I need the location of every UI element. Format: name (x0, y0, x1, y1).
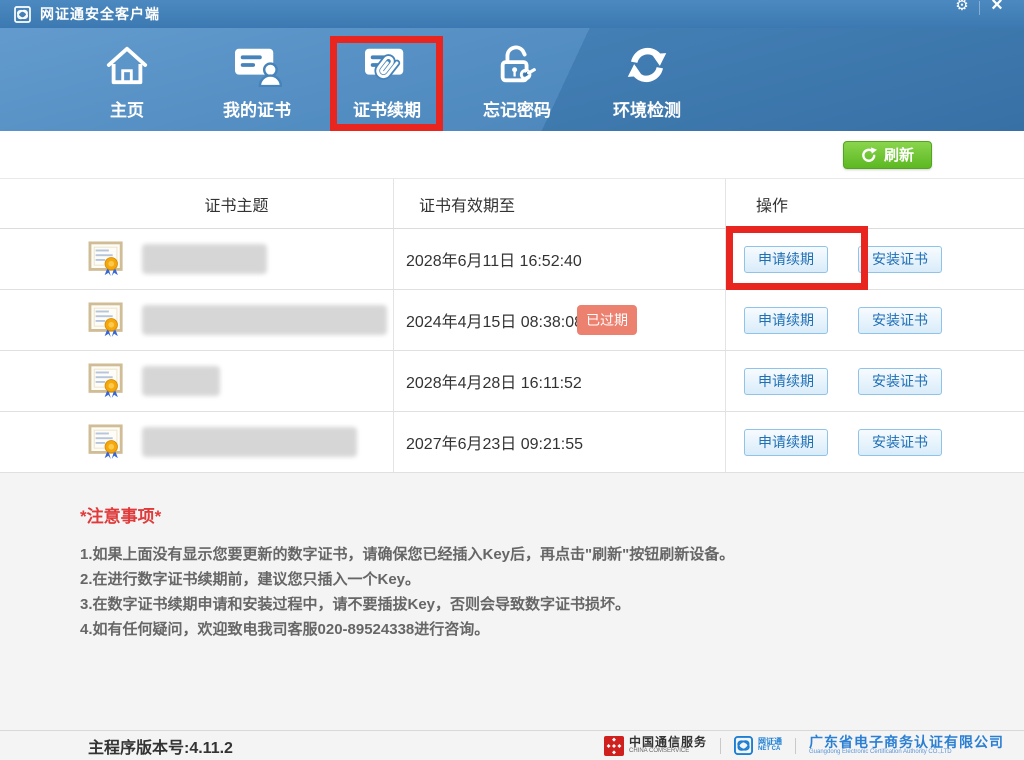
comservice-cn-text: 中国通信服务 (628, 735, 707, 749)
renew-button[interactable]: 申请续期 (744, 306, 828, 334)
expired-badge: 已过期 (577, 305, 638, 335)
nav-label-forgot-password: 忘记密码 (483, 100, 551, 120)
redacted-subject (142, 366, 220, 396)
redacted-subject (142, 427, 357, 457)
nav-item-my-certificates[interactable]: 我的证书 (192, 28, 322, 131)
header-operation: 操作 (725, 179, 1024, 228)
netca-en-text: NET CA (758, 746, 781, 752)
note-line: 1.如果上面没有显示您要更新的数字证书，请确保您已经插入Key后，再点击"刷新"… (80, 546, 735, 563)
valid-until-cell: 2027年6月23日 09:21:55 (393, 412, 725, 472)
valid-until-cell: 2024年4月15日 08:38:08 已过期 (393, 290, 725, 350)
operation-cell: 申请续期 安装证书 (725, 290, 1024, 350)
title-bar: 网证通安全客户端 ⚙ × (0, 0, 1024, 28)
renew-button[interactable]: 申请续期 (744, 367, 828, 395)
app-title: 网证通安全客户端 (40, 6, 160, 22)
operation-cell: 申请续期 安装证书 (725, 412, 1024, 472)
header-certificate-subject: 证书主题 (204, 197, 269, 215)
version-label: 主程序版本号:4.11.2 (88, 739, 233, 757)
nav-item-home[interactable]: 主页 (62, 28, 192, 131)
operation-cell: 申请续期 安装证书 (725, 229, 1024, 289)
certificate-icon (88, 241, 123, 277)
comservice-en-text: CHINA COMSERVICE (628, 748, 690, 754)
install-certificate-button[interactable]: 安装证书 (858, 367, 942, 395)
certificate-renewal-icon (365, 48, 404, 80)
nav-label-my-certificates: 我的证书 (223, 100, 291, 120)
table-row: 2024年4月15日 08:38:08 已过期 申请续期 安装证书 (0, 290, 1024, 351)
netca-logo: 网证通 NET CA (734, 736, 782, 755)
header-valid-until: 证书有效期至 (393, 179, 725, 228)
main-navigation: 主页 我的证书 证书续期 忘记密码 环境检测 (0, 28, 1024, 131)
operation-cell: 申请续期 安装证书 (725, 351, 1024, 411)
table-row: 2028年4月28日 16:11:52 申请续期 安装证书 (0, 351, 1024, 412)
close-icon[interactable]: × (980, 0, 1014, 15)
certificate-card-person-icon (235, 48, 282, 87)
valid-until-cell: 2028年4月28日 16:11:52 (393, 351, 725, 411)
note-line: 2.在进行数字证书续期前，建议您只插入一个Key。 (80, 571, 421, 588)
note-line: 4.如有任何疑问，欢迎致电我司客服020-89524338进行咨询。 (80, 621, 490, 638)
redacted-subject (142, 244, 267, 274)
notes-title: *注意事项* (80, 507, 162, 526)
certificate-subject-cell (0, 412, 393, 472)
lock-wrench-icon (500, 45, 536, 82)
certificate-icon (88, 424, 123, 460)
certificate-table-section: 刷新 证书主题 证书有效期至 操作 2028年6月11日 16:52:40 申请… (0, 131, 1024, 473)
refresh-button-label: 刷新 (883, 147, 914, 164)
nav-label-certificate-renewal: 证书续期 (353, 100, 421, 120)
certificate-subject-cell (0, 290, 393, 350)
app-window: 网证通安全客户端 ⚙ × 主页 我的证书 证书续期 忘记密码 环境检测 刷新 证… (0, 0, 1024, 760)
nav-item-certificate-renewal[interactable]: 证书续期 (322, 28, 452, 131)
home-icon (106, 46, 148, 84)
netca-cn-text: 网证通 (758, 737, 782, 746)
renew-button[interactable]: 申请续期 (744, 245, 828, 273)
certificate-subject-cell (0, 351, 393, 411)
nav-label-environment-check: 环境检测 (613, 100, 681, 120)
note-line: 3.在数字证书续期申请和安装过程中，请不要插拔Key，否则会导致数字证书损坏。 (80, 596, 631, 613)
china-comservice-icon (603, 735, 624, 756)
refresh-arrows-icon (627, 47, 667, 82)
logo-separator (720, 737, 721, 754)
valid-until-cell: 2028年6月11日 16:52:40 (393, 229, 725, 289)
footer-logos: 中国通信服务 CHINA COMSERVICE 网证通 NET CA 广东省电子… (603, 735, 1004, 756)
gdca-logo: 广东省电子商务认证有限公司 Guangdong Electronic Certi… (809, 735, 1004, 756)
nav-label-home: 主页 (110, 100, 144, 120)
settings-gear-icon[interactable]: ⚙ (945, 0, 979, 14)
nav-item-forgot-password[interactable]: 忘记密码 (452, 28, 582, 131)
gdca-cn-text: 广东省电子商务认证有限公司 (809, 734, 1004, 750)
valid-until-text: 2024年4月15日 08:38:08 (406, 314, 584, 331)
install-certificate-button[interactable]: 安装证书 (858, 245, 942, 273)
install-certificate-button[interactable]: 安装证书 (858, 306, 942, 334)
certificate-icon (88, 363, 123, 399)
netca-icon (734, 736, 753, 755)
redacted-subject (142, 305, 387, 335)
app-logo-icon (14, 5, 31, 23)
notes-section: *注意事项* 1.如果上面没有显示您要更新的数字证书，请确保您已经插入Key后，… (0, 473, 1024, 730)
gdca-en-text: Guangdong Electronic Certification Autho… (809, 749, 952, 755)
nav-item-environment-check[interactable]: 环境检测 (582, 28, 712, 131)
table-header-row: 证书主题 证书有效期至 操作 (0, 179, 1024, 229)
china-comservice-logo: 中国通信服务 CHINA COMSERVICE (603, 735, 707, 756)
certificate-icon (88, 302, 123, 338)
toolbar: 刷新 (0, 131, 1024, 179)
install-certificate-button[interactable]: 安装证书 (858, 428, 942, 456)
certificate-subject-cell (0, 229, 393, 289)
status-bar: 主程序版本号:4.11.2 中国通信服务 CHINA COMSERVICE 网证… (0, 730, 1024, 760)
table-row: 2028年6月11日 16:52:40 申请续期 安装证书 (0, 229, 1024, 290)
refresh-icon (862, 146, 877, 162)
table-row: 2027年6月23日 09:21:55 申请续期 安装证书 (0, 412, 1024, 473)
renew-button[interactable]: 申请续期 (744, 428, 828, 456)
refresh-button[interactable]: 刷新 (842, 140, 932, 169)
logo-separator (795, 737, 796, 754)
